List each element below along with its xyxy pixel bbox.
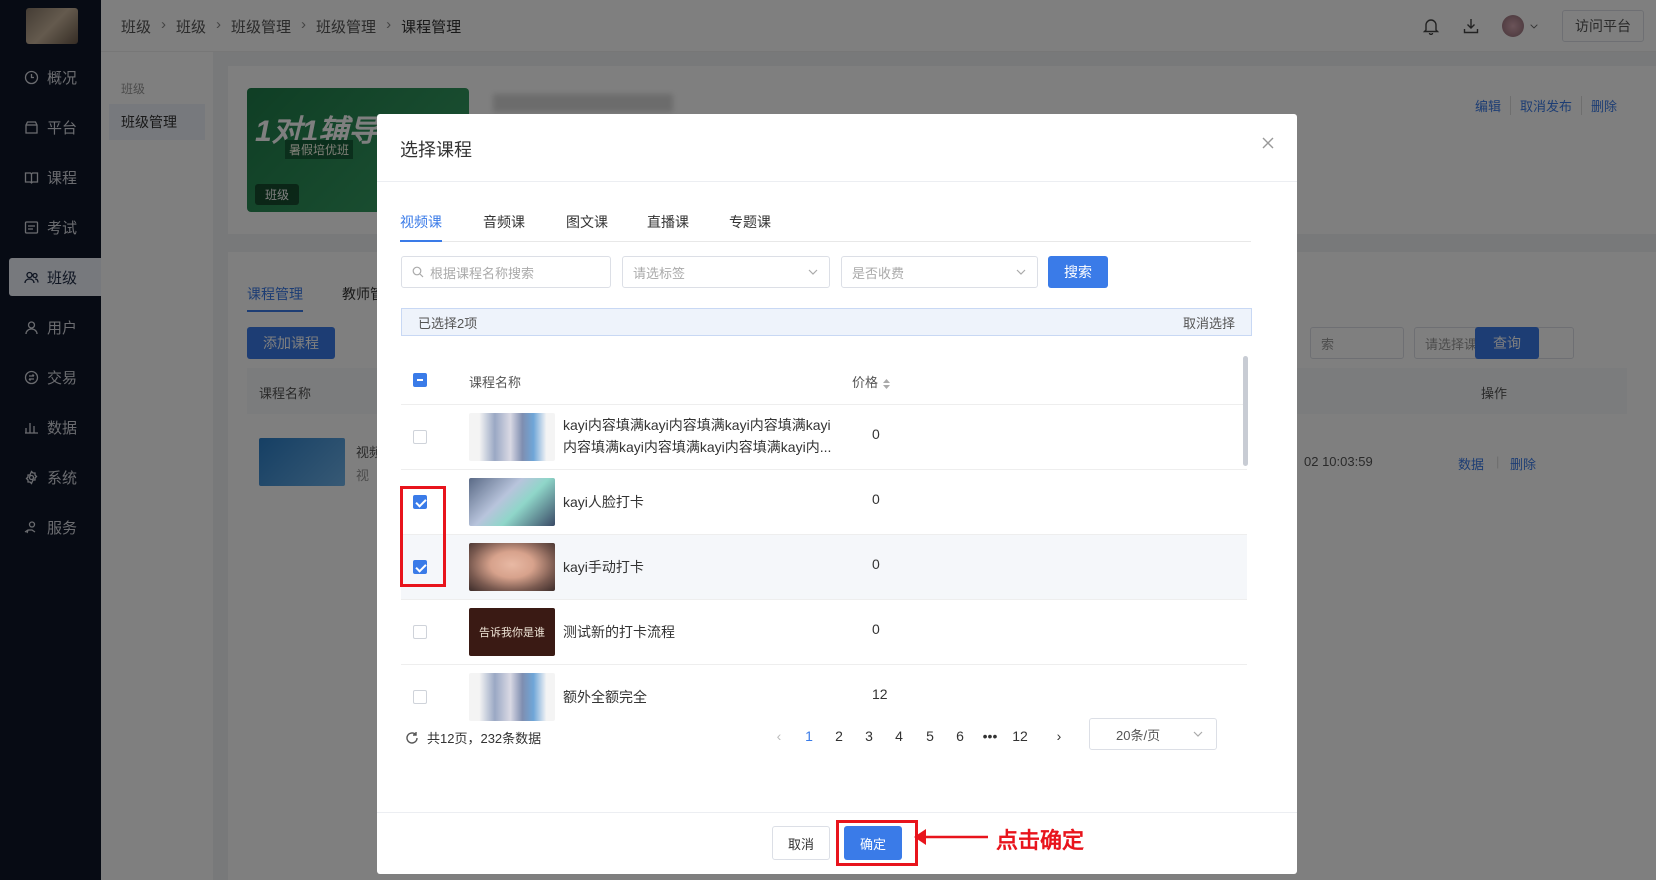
sort-icon: [883, 378, 891, 389]
search-placeholder: 根据课程名称搜索: [430, 265, 535, 281]
dialog-title: 选择课程: [400, 140, 472, 160]
fee-select[interactable]: 是否收费: [841, 256, 1038, 288]
tab-active-indicator: [400, 240, 442, 242]
course-price: 0: [872, 491, 880, 507]
annotation-confirm-highlight: [836, 820, 918, 866]
course-name: kayi内容填满kayi内容填满kayi内容填满kayi内容填满kayi内容填满…: [563, 417, 832, 455]
tab-video-course[interactable]: 视频课: [400, 212, 442, 232]
page-number[interactable]: 4: [889, 728, 909, 744]
page-number[interactable]: 6: [950, 728, 970, 744]
page-number[interactable]: 5: [920, 728, 940, 744]
select-all-checkbox[interactable]: [413, 373, 427, 387]
cancel-button[interactable]: 取消: [772, 826, 830, 860]
course-thumbnail: [469, 413, 555, 461]
clear-selection-link[interactable]: 取消选择: [1183, 313, 1235, 332]
page-number[interactable]: 1: [799, 728, 819, 744]
course-thumbnail: [469, 673, 555, 721]
table-row[interactable]: kayi内容填满kayi内容填满kayi内容填满kayi内容填满kayi内容填满…: [401, 404, 1247, 469]
page-number[interactable]: 3: [859, 728, 879, 744]
course-name: 测试新的打卡流程: [563, 624, 675, 640]
column-header-price[interactable]: 价格: [852, 372, 891, 391]
fee-placeholder: 是否收费: [852, 265, 905, 281]
course-name: 额外全额完全: [563, 689, 647, 705]
pagination-summary: 共12页，232条数据: [405, 728, 541, 747]
course-name: kayi人脸打卡: [563, 494, 644, 510]
course-price: 0: [872, 556, 880, 572]
course-table: 课程名称 价格 kayi内容填满kayi内容填满kayi内容填满kayi内容填满…: [401, 356, 1247, 726]
search-button[interactable]: 搜索: [1048, 256, 1108, 288]
dialog-footer-divider: [377, 812, 1297, 813]
annotation-text: 点击确定: [996, 828, 1085, 854]
chevron-down-icon: [1193, 731, 1203, 737]
search-icon: [412, 266, 424, 278]
pagination-summary-text: 共12页，232条数据: [427, 731, 542, 746]
dialog-header: 选择课程: [377, 114, 1297, 182]
table-scrollbar[interactable]: [1243, 356, 1248, 466]
tab-bar-line: [400, 241, 1251, 242]
course-thumbnail: [469, 478, 555, 526]
annotation-arrow-icon: [914, 829, 988, 845]
table-header: 课程名称 价格: [401, 356, 1247, 404]
course-price: 12: [872, 686, 888, 702]
course-price: 0: [872, 426, 880, 442]
price-header-label: 价格: [852, 375, 879, 390]
select-course-dialog: 选择课程 视频课 音频课 图文课 直播课 专题课 根据课程名称搜索 请选标签 是…: [377, 114, 1297, 874]
course-price: 0: [872, 621, 880, 637]
close-icon[interactable]: [1261, 136, 1277, 152]
course-name-search-input[interactable]: 根据课程名称搜索: [401, 256, 611, 288]
page-size-select[interactable]: 20条/页: [1089, 718, 1217, 750]
table-row[interactable]: kayi手动打卡 0: [401, 534, 1247, 599]
tag-placeholder: 请选标签: [633, 265, 686, 281]
page-size-value: 20条/页: [1116, 727, 1161, 743]
tag-select[interactable]: 请选标签: [622, 256, 830, 288]
selected-summary-bar: 已选择2项 取消选择: [401, 308, 1252, 336]
course-name: kayi手动打卡: [563, 559, 644, 575]
chevron-down-icon: [808, 269, 818, 275]
next-page-icon[interactable]: ›: [1049, 728, 1069, 744]
course-thumbnail: 告诉我你是谁: [469, 608, 555, 656]
column-header-course-name: 课程名称: [469, 375, 522, 390]
table-row[interactable]: 告诉我你是谁 测试新的打卡流程 0: [401, 599, 1247, 664]
pagination-ellipsis[interactable]: •••: [980, 728, 1000, 744]
tab-article-course[interactable]: 图文课: [566, 212, 608, 232]
chevron-down-icon: [1016, 269, 1026, 275]
selected-count: 已选择2项: [418, 315, 478, 331]
prev-page-icon[interactable]: ‹: [769, 728, 789, 744]
table-row[interactable]: kayi人脸打卡 0: [401, 469, 1247, 534]
refresh-icon[interactable]: [405, 731, 419, 745]
row-checkbox[interactable]: [413, 690, 427, 704]
page-number[interactable]: 12: [1010, 728, 1030, 744]
page-number[interactable]: 2: [829, 728, 849, 744]
tab-live-course[interactable]: 直播课: [647, 212, 689, 232]
table-row[interactable]: 额外全额完全 12: [401, 664, 1247, 726]
row-checkbox[interactable]: [413, 625, 427, 639]
tab-audio-course[interactable]: 音频课: [483, 212, 525, 232]
course-thumbnail: [469, 543, 555, 591]
thumbnail-text: 告诉我你是谁: [479, 627, 545, 639]
row-checkbox[interactable]: [413, 430, 427, 444]
annotation-checkbox-highlight: [400, 486, 446, 587]
tab-topic-course[interactable]: 专题课: [729, 212, 771, 232]
